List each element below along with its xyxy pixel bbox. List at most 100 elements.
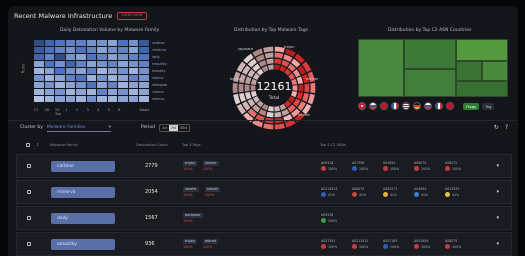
- overview-badge[interactable]: Overview: [117, 12, 147, 20]
- donut-segment[interactable]: [244, 76, 252, 85]
- heatmap-cell[interactable]: [55, 82, 65, 88]
- heatmap-cell[interactable]: [44, 75, 54, 81]
- expand-chevron-icon[interactable]: ▾: [496, 163, 499, 169]
- heatmap-cell[interactable]: [55, 40, 65, 46]
- help-icon[interactable]: ?: [505, 124, 508, 131]
- donut-segment[interactable]: [279, 65, 287, 73]
- donut-segment[interactable]: [298, 84, 304, 92]
- heatmap-cell[interactable]: [65, 89, 75, 95]
- heatmap-cell[interactable]: [44, 89, 54, 95]
- family-pill[interactable]: minerva: [51, 186, 115, 198]
- heatmap-cell[interactable]: [139, 96, 149, 102]
- table-row[interactable]: minerva 2054 stealer 100% botnet 100% AS213413…: [16, 180, 512, 204]
- row-checkbox[interactable]: [27, 216, 31, 220]
- row-checkbox[interactable]: [27, 190, 31, 194]
- table-row[interactable]: daily 1567 backdoor 100% AS9318 100% ▾: [16, 206, 512, 230]
- donut-segment[interactable]: [310, 82, 316, 94]
- donut-segment[interactable]: [267, 64, 274, 71]
- heatmap-cell[interactable]: [86, 96, 96, 102]
- heatmap-cell[interactable]: [139, 47, 149, 53]
- heatmap-cell[interactable]: [76, 40, 86, 46]
- donut-segment[interactable]: [274, 52, 284, 59]
- heatmap-cell[interactable]: [118, 61, 128, 67]
- heatmap-cell[interactable]: [97, 40, 107, 46]
- donut-segment[interactable]: [296, 91, 304, 100]
- heatmap-cell[interactable]: [34, 89, 44, 95]
- heatmap-cell[interactable]: [107, 89, 117, 95]
- heatmap-cell[interactable]: [44, 82, 54, 88]
- donut-segment[interactable]: [292, 85, 298, 91]
- heatmap-cell[interactable]: [34, 61, 44, 67]
- donut-segment[interactable]: [266, 111, 274, 118]
- heatmap-cell[interactable]: [118, 82, 128, 88]
- heatmap-cell[interactable]: [76, 82, 86, 88]
- treemap-cell[interactable]: [456, 39, 508, 61]
- heatmap-cell[interactable]: [86, 40, 96, 46]
- tag-name[interactable]: botnet: [202, 239, 219, 244]
- heatmap-cell[interactable]: [65, 47, 75, 53]
- donut-segment[interactable]: [279, 103, 287, 111]
- heatmap-cell[interactable]: [76, 47, 86, 53]
- asn-item[interactable]: AS57185 100%: [383, 239, 403, 249]
- tag-name[interactable]: trojan: [183, 161, 197, 166]
- donut-segment[interactable]: [307, 93, 315, 105]
- donut-segment[interactable]: [274, 64, 281, 71]
- table-row[interactable]: carbine 2779 trojan 100% stealer 100% AS9318 10…: [16, 154, 512, 178]
- heatmap-cell[interactable]: [86, 82, 96, 88]
- donut-segment[interactable]: [244, 84, 250, 92]
- heatmap-cell[interactable]: [55, 75, 65, 81]
- heatmap-cell[interactable]: [76, 68, 86, 74]
- heatmap-cell[interactable]: [86, 89, 96, 95]
- heatmap-cell[interactable]: [76, 96, 86, 102]
- heatmap-cell[interactable]: [76, 54, 86, 60]
- heatmap-cell[interactable]: [76, 89, 86, 95]
- heatmap-cell[interactable]: [97, 89, 107, 95]
- asn-item[interactable]: AS4694 41%: [414, 187, 434, 197]
- heatmap-cell[interactable]: [86, 75, 96, 81]
- asn-item[interactable]: AS51659 100%: [414, 239, 434, 249]
- heatmap-cell[interactable]: [34, 40, 44, 46]
- heatmap-cell[interactable]: [118, 40, 128, 46]
- heatmap-cell[interactable]: [34, 47, 44, 53]
- heatmap-cell[interactable]: [128, 75, 138, 81]
- heatmap-cell[interactable]: [34, 96, 44, 102]
- tag-name[interactable]: botnet: [204, 187, 220, 192]
- heatmap-cell[interactable]: [86, 47, 96, 53]
- treemap-cell[interactable]: [456, 61, 482, 81]
- donut-segment[interactable]: [302, 92, 309, 103]
- family-pill[interactable]: amazilky: [51, 238, 115, 250]
- flag-icon[interactable]: [402, 102, 410, 110]
- heatmap-cell[interactable]: [118, 89, 128, 95]
- donut-segment[interactable]: [232, 82, 238, 94]
- expand-chevron-icon[interactable]: ▾: [496, 189, 499, 195]
- tag-name[interactable]: stealer: [202, 161, 219, 166]
- heatmap-cell[interactable]: [118, 54, 128, 60]
- expand-chevron-icon[interactable]: ▾: [496, 215, 499, 221]
- flag-icon[interactable]: [435, 102, 443, 110]
- heatmap-cell[interactable]: [86, 54, 96, 60]
- heatmap-cell[interactable]: [139, 75, 149, 81]
- donut-segment[interactable]: [258, 59, 267, 68]
- period-1d[interactable]: 1d: [160, 125, 169, 131]
- donut-segment[interactable]: [304, 83, 310, 93]
- asn-item[interactable]: AS8075 41%: [352, 187, 372, 197]
- asn-item[interactable]: AS8075 100%: [414, 161, 434, 171]
- asn-item[interactable]: AS61273 41%: [383, 187, 403, 197]
- heatmap-cell[interactable]: [65, 96, 75, 102]
- treemap-cell[interactable]: [482, 61, 508, 81]
- treemap-cell[interactable]: [404, 69, 456, 97]
- flag-icon[interactable]: [380, 102, 388, 110]
- donut-segment[interactable]: [296, 76, 304, 85]
- heatmap-cell[interactable]: [128, 96, 138, 102]
- heatmap-cell[interactable]: [97, 75, 107, 81]
- flag-icon[interactable]: [369, 102, 377, 110]
- donut-segment[interactable]: [274, 111, 282, 118]
- tag-button[interactable]: Tag: [481, 102, 495, 110]
- heatmap-cell[interactable]: [128, 82, 138, 88]
- heatmap-cell[interactable]: [97, 54, 107, 60]
- donut-segment[interactable]: [244, 91, 252, 100]
- asn-item[interactable]: AS213413 100%: [352, 239, 372, 249]
- donut-segment[interactable]: [291, 91, 298, 98]
- heatmap-cell[interactable]: [34, 75, 44, 81]
- donut-segment[interactable]: [266, 58, 274, 65]
